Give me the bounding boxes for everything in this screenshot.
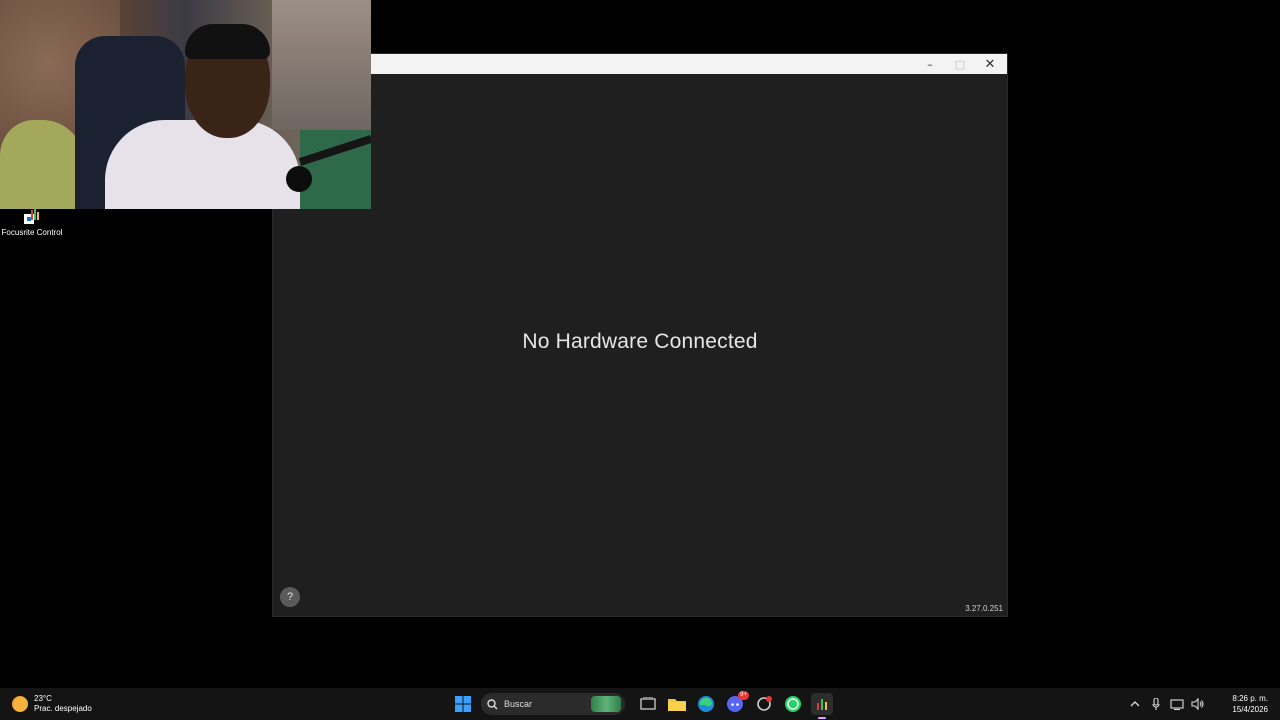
taskbar-apps: Buscar 9+ xyxy=(452,688,840,720)
discord-notification-badge: 9+ xyxy=(738,691,749,700)
taskbar: 23°C Prac. despejado Buscar 9+ 8:26 p. m… xyxy=(0,688,1280,720)
app-with-badge-button[interactable] xyxy=(753,693,775,715)
focusrite-icon xyxy=(22,208,42,226)
no-hardware-message: No Hardware Connected xyxy=(522,330,758,353)
volume-icon[interactable] xyxy=(1189,695,1207,713)
whatsapp-button[interactable] xyxy=(782,693,804,715)
webcam-overlay xyxy=(0,0,371,209)
webcam-person-shirt xyxy=(105,120,300,209)
weather-condition: Prac. despejado xyxy=(34,704,92,713)
windows-logo-icon xyxy=(455,696,471,712)
version-label: 3.27.0.251 xyxy=(965,604,1003,613)
maximize-button[interactable]: □ xyxy=(945,54,975,74)
network-icon[interactable] xyxy=(1168,695,1186,713)
webcam-shelf xyxy=(272,0,371,130)
webcam-person-hair xyxy=(185,24,270,59)
clock-date: 15/4/2026 xyxy=(1232,705,1268,714)
weather-temp: 23°C xyxy=(34,694,52,703)
circular-arrows-icon xyxy=(757,696,772,711)
edge-button[interactable] xyxy=(695,693,717,715)
system-tray: 8:26 p. m. 15/4/2026 xyxy=(1126,688,1280,720)
focusrite-control-taskbar-button[interactable] xyxy=(811,693,833,719)
desktop-icon-label: Focusrite Control xyxy=(1,228,63,237)
minimize-button[interactable]: – xyxy=(915,54,945,74)
desktop-icon-focusrite-control[interactable]: Focusrite Control xyxy=(0,208,64,242)
focusrite-control-window: – □ ✕ No Hardware Connected ? 3.27.0.251 xyxy=(273,54,1007,616)
webcam-microphone xyxy=(286,166,312,192)
whatsapp-icon xyxy=(785,696,801,712)
search-highlight-art xyxy=(591,696,621,712)
task-view-button[interactable] xyxy=(637,693,659,715)
task-view-icon xyxy=(640,697,656,710)
clock-time: 8:26 p. m. xyxy=(1232,694,1268,703)
window-titlebar[interactable]: – □ ✕ xyxy=(273,54,1007,74)
show-hidden-icons-chevron-icon[interactable] xyxy=(1126,695,1144,713)
taskbar-clock[interactable]: 8:26 p. m. 15/4/2026 xyxy=(1210,693,1268,715)
start-button[interactable] xyxy=(452,693,474,715)
close-button[interactable]: ✕ xyxy=(975,54,1005,74)
weather-widget[interactable]: 23°C Prac. despejado xyxy=(12,692,92,716)
discord-button[interactable]: 9+ xyxy=(724,691,749,715)
weather-sun-icon xyxy=(12,696,28,712)
search-placeholder: Buscar xyxy=(504,699,533,709)
folder-icon xyxy=(668,699,686,711)
focusrite-taskbar-icon xyxy=(817,699,827,710)
taskbar-search-box[interactable]: Buscar xyxy=(481,693,625,715)
help-button[interactable]: ? xyxy=(280,587,300,607)
webcam-pillow xyxy=(0,120,85,209)
file-explorer-button[interactable] xyxy=(666,693,688,715)
edge-icon xyxy=(698,696,714,712)
microphone-icon[interactable] xyxy=(1147,695,1165,713)
search-icon xyxy=(487,698,498,709)
